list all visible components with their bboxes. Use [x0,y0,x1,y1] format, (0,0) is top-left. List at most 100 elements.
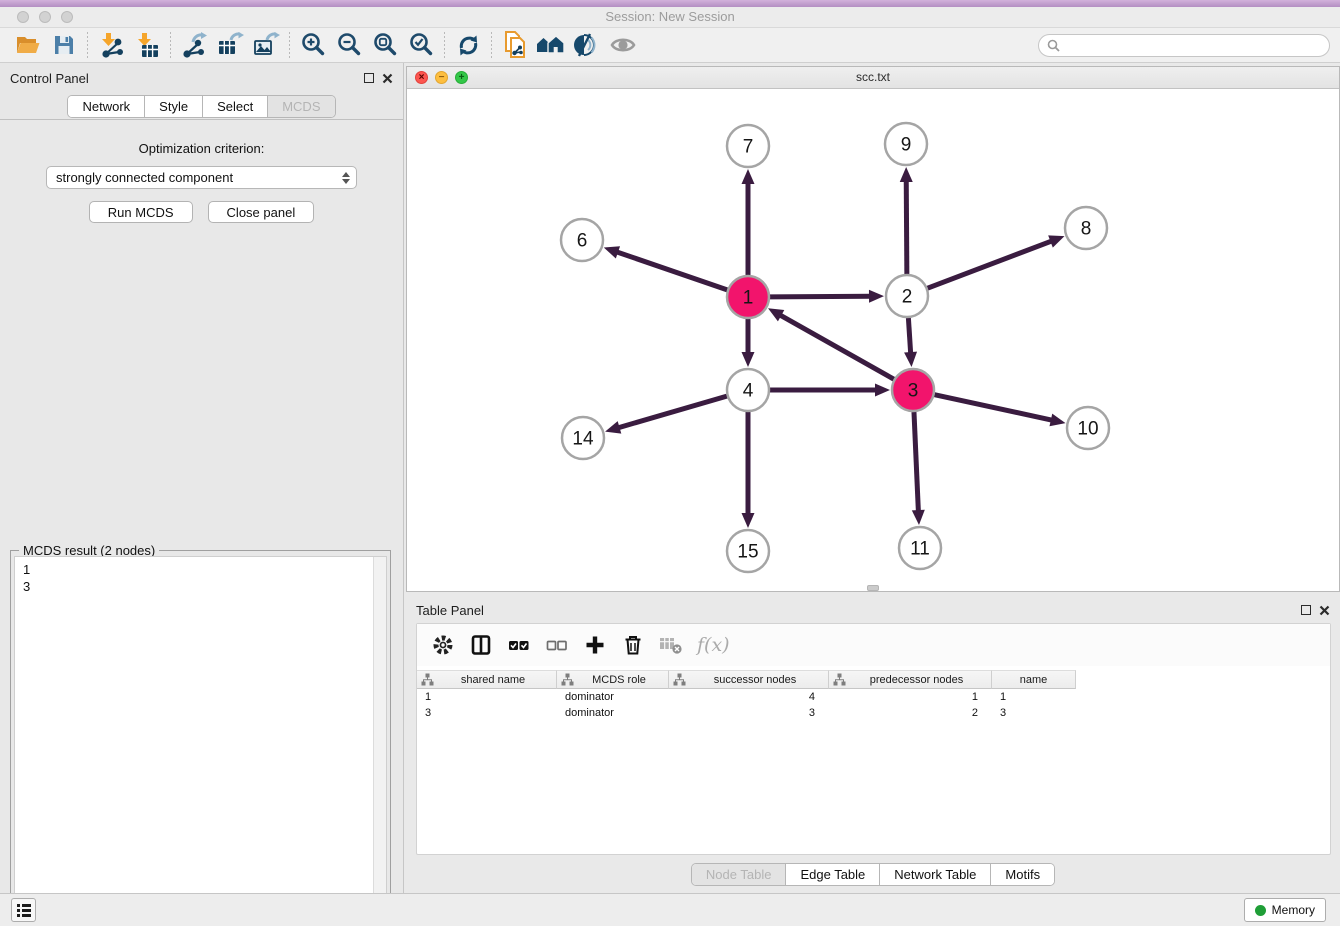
cell-MCDS-role[interactable]: dominator [557,689,669,705]
cell-successor-nodes[interactable]: 4 [669,689,829,705]
graph-node-10[interactable]: 10 [1067,407,1109,449]
control-panel-tabs: NetworkStyleSelectMCDS [67,95,335,118]
tab-select[interactable]: Select [203,96,268,117]
import-network-icon[interactable] [93,30,129,60]
zoom-out-icon[interactable] [331,30,367,60]
cell-predecessor-nodes[interactable]: 2 [829,705,992,721]
graph-edge-3-1[interactable] [778,314,893,379]
canvas-splitter-handle[interactable] [867,585,879,591]
cell-successor-nodes[interactable]: 3 [669,705,829,721]
cell-shared-name[interactable]: 3 [417,705,557,721]
task-history-button[interactable] [11,898,36,922]
graph-node-4[interactable]: 4 [727,369,769,411]
graph-node-7[interactable]: 7 [727,125,769,167]
graph-edge-2-3[interactable] [908,318,910,355]
network-canvas[interactable]: 7 9 6 8 1 2 4 3 14 10 15 11 [407,89,1339,591]
zoom-selected-icon[interactable] [403,30,439,60]
cell-predecessor-nodes[interactable]: 1 [829,689,992,705]
cell-name[interactable]: 1 [992,689,1076,705]
columns-icon[interactable] [469,633,493,657]
home-icons[interactable] [533,30,569,60]
trash-icon[interactable] [621,633,645,657]
table-row[interactable]: 1dominator411 [417,689,1330,705]
hide-detail-icon[interactable] [569,30,605,60]
tab-node-table[interactable]: Node Table [692,864,787,885]
svg-text:3: 3 [908,381,919,402]
tab-edge-table[interactable]: Edge Table [786,864,880,885]
graph-edge-3-10[interactable] [934,395,1053,421]
graph-edge-2-9[interactable] [906,179,907,274]
refresh-icon[interactable] [450,30,486,60]
column-header-name[interactable]: name [992,670,1076,689]
svg-text:14: 14 [572,429,594,450]
column-header-successor-nodes[interactable]: successor nodes [669,670,829,689]
graph-edge-4-14[interactable] [617,396,727,428]
float-panel-icon[interactable] [364,73,374,83]
add-row-icon[interactable] [583,633,607,657]
dropdown-stepper-icon [342,172,350,184]
import-table-icon[interactable] [129,30,165,60]
result-scrollbar[interactable] [373,557,386,926]
graph-edge-1-6[interactable] [615,251,727,289]
column-header-MCDS-role[interactable]: MCDS role [557,670,669,689]
search-input[interactable] [1065,38,1321,52]
tab-style[interactable]: Style [145,96,203,117]
export-table-icon[interactable] [212,30,248,60]
criterion-dropdown[interactable]: strongly connected component [46,166,357,189]
column-header-shared-name[interactable]: shared name [417,670,557,689]
cell-MCDS-role[interactable]: dominator [557,705,669,721]
unselect-all-icon[interactable] [545,633,569,657]
control-panel: Control Panel NetworkStyleSelectMCDS Opt… [0,63,404,893]
column-namespace-icon [561,673,574,686]
delete-column-icon[interactable] [659,633,683,657]
cell-shared-name[interactable]: 1 [417,689,557,705]
graph-node-14[interactable]: 14 [562,417,604,459]
criterion-value: strongly connected component [56,170,233,185]
control-panel-header: Control Panel [0,63,403,93]
memory-button[interactable]: Memory [1244,898,1326,922]
edge-arrowhead [869,290,884,303]
zoom-fit-icon[interactable] [367,30,403,60]
graph-edge-3-11[interactable] [914,412,918,513]
function-icon[interactable]: f(x) [697,633,730,657]
column-namespace-icon [673,673,686,686]
close-panel-icon[interactable] [382,73,393,84]
graph-edge-1-2[interactable] [770,296,872,297]
graph-node-11[interactable]: 11 [899,527,941,569]
graph-node-15[interactable]: 15 [727,530,769,572]
save-icon[interactable] [46,30,82,60]
gear-icon[interactable] [431,633,455,657]
network-window-titlebar[interactable]: × − + scc.txt [407,67,1339,89]
select-all-icon[interactable] [507,633,531,657]
close-panel-button[interactable]: Close panel [208,201,315,223]
graph-node-8[interactable]: 8 [1065,207,1107,249]
search-field[interactable] [1038,34,1330,57]
tab-network[interactable]: Network [68,96,145,117]
export-image-icon[interactable] [248,30,284,60]
column-header-predecessor-nodes[interactable]: predecessor nodes [829,670,992,689]
tab-motifs[interactable]: Motifs [991,864,1054,885]
zoom-in-icon[interactable] [295,30,331,60]
svg-text:2: 2 [902,287,913,308]
graph-edge-2-8[interactable] [928,240,1054,288]
float-table-panel-icon[interactable] [1301,605,1311,615]
show-detail-icon[interactable] [605,30,641,60]
open-folder-icon[interactable] [10,30,46,60]
table-row[interactable]: 3dominator323 [417,705,1330,721]
close-table-panel-icon[interactable] [1319,605,1330,616]
edge-arrowhead [603,421,621,438]
column-namespace-icon [833,673,846,686]
export-network-icon[interactable] [176,30,212,60]
graph-node-2[interactable]: 2 [886,275,928,317]
graph-node-6[interactable]: 6 [561,219,603,261]
cell-name[interactable]: 3 [992,705,1076,721]
graph-node-3[interactable]: 3 [892,369,934,411]
tab-network-table[interactable]: Network Table [880,864,991,885]
table-header-row: shared nameMCDS rolesuccessor nodesprede… [417,670,1330,689]
run-mcds-button[interactable]: Run MCDS [89,201,193,223]
control-panel-title: Control Panel [10,71,89,86]
clone-network-icon[interactable] [497,30,533,60]
tab-mcds[interactable]: MCDS [268,96,334,117]
graph-node-9[interactable]: 9 [885,123,927,165]
graph-node-1[interactable]: 1 [727,276,769,318]
